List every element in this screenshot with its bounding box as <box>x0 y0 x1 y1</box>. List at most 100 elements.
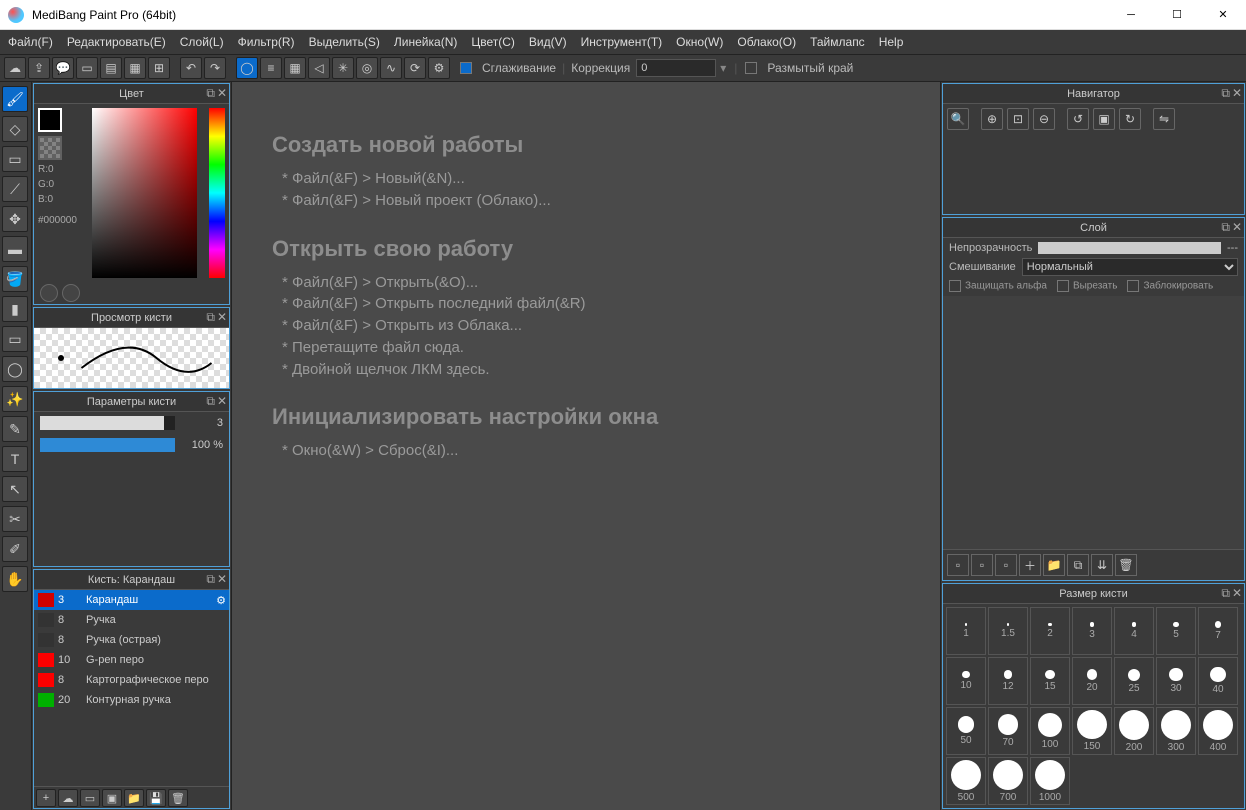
concentric-snap-button[interactable]: ◎ <box>356 57 378 79</box>
layer-add-icon[interactable]: ＋ <box>1019 554 1041 576</box>
dot-tool[interactable]: ⟋ <box>2 176 28 202</box>
config-snap-button[interactable]: ⟳ <box>404 57 426 79</box>
brush-group-icon[interactable]: ▣ <box>102 789 122 807</box>
brush-size-cell[interactable]: 300 <box>1156 707 1196 755</box>
maximize-button[interactable]: ☐ <box>1154 0 1200 30</box>
lasso-tool[interactable]: ◯ <box>2 356 28 382</box>
zoom-plus-icon[interactable]: ⊕ <box>981 108 1003 130</box>
doc-button[interactable]: ▤ <box>100 57 122 79</box>
minimize-button[interactable]: ─ <box>1108 0 1154 30</box>
redo-button[interactable]: ↷ <box>204 57 226 79</box>
layer-delete-icon[interactable]: 🗑 <box>1115 554 1137 576</box>
layer-folder-icon[interactable]: 📁 <box>1043 554 1065 576</box>
menu-file[interactable]: Файл(F) <box>8 35 53 49</box>
close-button[interactable]: ✕ <box>1200 0 1246 30</box>
wand-tool[interactable]: ✨ <box>2 386 28 412</box>
brush-size-cell[interactable]: 30 <box>1156 657 1196 705</box>
select-rect-tool[interactable]: ▭ <box>2 326 28 352</box>
brush-size-cell[interactable]: 2 <box>1030 607 1070 655</box>
pen-select-tool[interactable]: ✎ <box>2 416 28 442</box>
opacity-slider[interactable] <box>40 438 175 452</box>
popout-icon[interactable]: ⧉ <box>1221 586 1230 601</box>
popout-icon[interactable]: ⧉ <box>1221 86 1230 101</box>
menu-window[interactable]: Окно(W) <box>676 35 723 49</box>
correction-input[interactable] <box>636 59 716 77</box>
layer-new2-icon[interactable]: ▫ <box>971 554 993 576</box>
brush-size-cell[interactable]: 200 <box>1114 707 1154 755</box>
blur-edge-checkbox[interactable] <box>745 62 757 74</box>
size-slider[interactable] <box>40 416 175 430</box>
brush-size-cell[interactable]: 50 <box>946 707 986 755</box>
brush-size-cell[interactable]: 12 <box>988 657 1028 705</box>
grid-button[interactable]: ⊞ <box>148 57 170 79</box>
brush-size-cell[interactable]: 150 <box>1072 707 1112 755</box>
brush-list-item[interactable]: 3 Карандаш ⚙ <box>34 590 229 610</box>
operation-tool[interactable]: ↖ <box>2 476 28 502</box>
close-icon[interactable]: ✕ <box>217 572 227 587</box>
popout-icon[interactable]: ⧉ <box>206 394 215 409</box>
chat-button[interactable]: 💬 <box>52 57 74 79</box>
brush-save-icon[interactable]: 💾 <box>146 789 166 807</box>
move-tool[interactable]: ✥ <box>2 206 28 232</box>
hand-tool[interactable]: ✋ <box>2 566 28 592</box>
layer-merge-icon[interactable]: ⇊ <box>1091 554 1113 576</box>
brush-size-cell[interactable]: 15 <box>1030 657 1070 705</box>
layer-new3-icon[interactable]: ▫ <box>995 554 1017 576</box>
brush-list-item[interactable]: 8 Ручка <box>34 610 229 630</box>
smoothing-checkbox[interactable] <box>460 62 472 74</box>
fill-tool[interactable]: ▬ <box>2 236 28 262</box>
flip-icon[interactable]: ⇋ <box>1153 108 1175 130</box>
menu-filter[interactable]: Фильтр(R) <box>238 35 295 49</box>
rotate-reset-icon[interactable]: ▣ <box>1093 108 1115 130</box>
brush-cloud-icon[interactable]: ☁ <box>58 789 78 807</box>
gear-icon[interactable]: ⚙ <box>213 594 229 607</box>
menu-view[interactable]: Вид(V) <box>529 35 567 49</box>
share-button[interactable]: ⇪ <box>28 57 50 79</box>
brush-add-icon[interactable]: + <box>36 789 56 807</box>
layer-new-icon[interactable]: ▫ <box>947 554 969 576</box>
brush-size-cell[interactable]: 400 <box>1198 707 1238 755</box>
color-square[interactable] <box>92 108 197 278</box>
brush-list-item[interactable]: 20 Контурная ручка <box>34 690 229 710</box>
undo-button[interactable]: ↶ <box>180 57 202 79</box>
divide-tool[interactable]: ✂ <box>2 506 28 532</box>
close-icon[interactable]: ✕ <box>1232 586 1242 601</box>
background-swatch[interactable] <box>38 136 62 160</box>
layer-opacity-slider[interactable] <box>1038 242 1221 254</box>
settings-button[interactable]: ⚙ <box>428 57 450 79</box>
brush-size-cell[interactable]: 25 <box>1114 657 1154 705</box>
menu-color[interactable]: Цвет(C) <box>471 35 515 49</box>
close-icon[interactable]: ✕ <box>1232 220 1242 235</box>
clipping-checkbox[interactable] <box>1057 280 1069 292</box>
panel-button[interactable]: ▦ <box>124 57 146 79</box>
blend-select[interactable]: Нормальный <box>1022 258 1238 276</box>
brush-size-cell[interactable]: 4 <box>1114 607 1154 655</box>
circle-snap-button[interactable]: ◯ <box>236 57 258 79</box>
brush-delete-icon[interactable]: 🗑 <box>168 789 188 807</box>
navigator-view[interactable] <box>943 134 1244 214</box>
text-tool[interactable]: T <box>2 446 28 472</box>
foreground-swatch[interactable] <box>38 108 62 132</box>
menu-edit[interactable]: Редактировать(E) <box>67 35 166 49</box>
brush-list-item[interactable]: 8 Ручка (острая) <box>34 630 229 650</box>
layer-dup-icon[interactable]: ⧉ <box>1067 554 1089 576</box>
zoom-in-icon[interactable]: 🔍 <box>947 108 969 130</box>
eyedropper-tool[interactable]: ✐ <box>2 536 28 562</box>
brush-size-cell[interactable]: 500 <box>946 757 986 805</box>
brush-size-cell[interactable]: 1 <box>946 607 986 655</box>
close-icon[interactable]: ✕ <box>217 394 227 409</box>
palette-alt-icon[interactable] <box>62 284 80 302</box>
parallel-snap-button[interactable]: ≡ <box>260 57 282 79</box>
gradient-tool[interactable]: ▮ <box>2 296 28 322</box>
brush-size-cell[interactable]: 3 <box>1072 607 1112 655</box>
popout-icon[interactable]: ⧉ <box>1221 220 1230 235</box>
brush-size-cell[interactable]: 100 <box>1030 707 1070 755</box>
close-icon[interactable]: ✕ <box>217 310 227 325</box>
brush-size-cell[interactable]: 5 <box>1156 607 1196 655</box>
brush-list-item[interactable]: 10 G-pen перо <box>34 650 229 670</box>
comment-button[interactable]: ▭ <box>76 57 98 79</box>
popout-icon[interactable]: ⧉ <box>206 572 215 587</box>
close-icon[interactable]: ✕ <box>1232 86 1242 101</box>
close-icon[interactable]: ✕ <box>217 86 227 101</box>
cloud-button[interactable]: ☁ <box>4 57 26 79</box>
